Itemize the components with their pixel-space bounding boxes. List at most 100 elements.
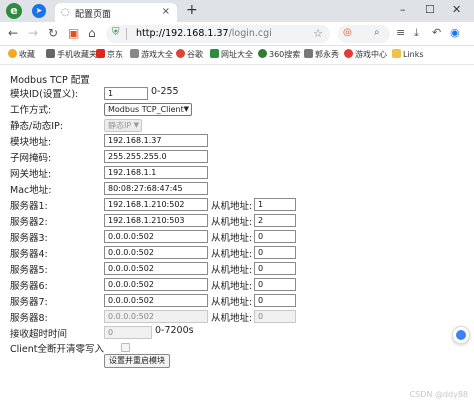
mac-label: Mac地址:: [10, 185, 52, 196]
mac-input[interactable]: 80:08:27:68:47:45: [104, 182, 208, 195]
subnet-mask-label: 子网掩码:: [10, 153, 52, 164]
forward-icon[interactable]: →: [28, 26, 38, 40]
search-engine-icon: ◎: [343, 27, 352, 38]
sites-icon: [210, 49, 219, 58]
slave-address-input[interactable]: 2: [254, 214, 296, 227]
slave-address-input[interactable]: 0: [254, 246, 296, 259]
search-icon[interactable]: ⌕: [374, 27, 380, 38]
slave-label: 从机地址:: [211, 297, 253, 308]
slave-label: 从机地址:: [211, 281, 253, 292]
page-title: Modbus TCP 配置: [10, 75, 90, 86]
download-icon[interactable]: ⤓: [414, 26, 419, 40]
slave-address-input[interactable]: 0: [254, 310, 296, 323]
slave-address-input[interactable]: 0: [254, 278, 296, 291]
server-address-input[interactable]: 0.0.0.0:502: [104, 294, 208, 307]
undo-icon[interactable]: ↶: [432, 26, 441, 39]
receive-timeout-label: 接收超时时间: [10, 329, 68, 340]
save-restart-button[interactable]: 设置并重启模块: [104, 354, 170, 368]
address-bar[interactable]: ⛨ http://192.168.1.37/login.cgi ☆: [106, 25, 330, 43]
slave-label: 从机地址:: [211, 265, 253, 276]
assistant-dot-icon: [456, 330, 466, 340]
bookmark-item[interactable]: Links: [392, 49, 424, 59]
url-text[interactable]: http://192.168.1.37/login.cgi: [136, 28, 272, 39]
jd-icon: [96, 49, 105, 58]
maximize-button[interactable]: ☐: [425, 3, 435, 16]
slave-label: 从机地址:: [211, 233, 253, 244]
server-label: 服务器2:: [10, 217, 48, 228]
server-address-input[interactable]: 192.168.1.210:502: [104, 198, 208, 211]
server-label: 服务器3:: [10, 233, 48, 244]
bookmark-star-icon[interactable]: ☆: [313, 27, 323, 40]
work-mode-select[interactable]: Modbus TCP_Client ▼: [104, 103, 192, 116]
game-icon: [130, 49, 139, 58]
bookmark-item[interactable]: 谷歌: [176, 49, 203, 60]
module-address-input[interactable]: 192.168.1.37: [104, 134, 208, 147]
minimize-button[interactable]: –: [400, 3, 406, 16]
search-box[interactable]: ◎ ⌕: [338, 25, 390, 43]
server-address-input[interactable]: 192.168.1.210:503: [104, 214, 208, 227]
divider: [126, 28, 127, 40]
server-address-input[interactable]: 0.0.0.0:502: [104, 262, 208, 275]
subnet-mask-input[interactable]: 255.255.255.0: [104, 150, 208, 163]
menu-icon[interactable]: ≡: [396, 26, 405, 39]
new-tab-button[interactable]: +: [186, 2, 198, 18]
tab-active[interactable]: ◌ 配置页面 ×: [55, 3, 177, 22]
receive-timeout-input[interactable]: 0: [104, 326, 152, 339]
bookmark-item[interactable]: 360搜索: [258, 49, 300, 60]
gateway-label: 网关地址:: [10, 169, 52, 180]
server-label: 服务器7:: [10, 297, 48, 308]
folder-icon: [392, 49, 401, 58]
server-label: 服务器8:: [10, 313, 48, 324]
reload-icon[interactable]: ↻: [48, 26, 58, 40]
back-icon[interactable]: ←: [8, 26, 18, 40]
browser-account-icon[interactable]: ◉: [450, 26, 460, 39]
ip-mode-select[interactable]: 静态IP ▼: [104, 119, 142, 132]
chevron-down-icon: ▼: [133, 121, 139, 129]
slave-label: 从机地址:: [211, 217, 253, 228]
bookmark-item[interactable]: 游戏大全: [130, 49, 173, 60]
bookmark-item[interactable]: 京东: [96, 49, 123, 60]
navigation-bar: ← → ↻ ▣ ⌂ ⛨ http://192.168.1.37/login.cg…: [0, 22, 474, 46]
slave-label: 从机地址:: [211, 201, 253, 212]
floating-assistant-icon[interactable]: [452, 326, 470, 344]
gateway-input[interactable]: 192.168.1.1: [104, 166, 208, 179]
tab-close-button[interactable]: ×: [162, 6, 170, 17]
server-label: 服务器5:: [10, 265, 48, 276]
close-window-button[interactable]: ✕: [452, 3, 461, 16]
pinned-tab-icon[interactable]: ➤: [32, 4, 46, 18]
server-label: 服务器1:: [10, 201, 48, 212]
tab-title: 配置页面: [75, 10, 112, 20]
server-address-input[interactable]: 0.0.0.0:502: [104, 230, 208, 243]
browser-logo-icon[interactable]: e: [6, 3, 22, 19]
receive-timeout-range: 0-7200s: [155, 325, 194, 336]
server-address-input[interactable]: 0.0.0.0:502: [104, 278, 208, 291]
chevron-down-icon: ▼: [183, 105, 189, 113]
client-clear-label: Client全断开清零写入: [10, 344, 105, 355]
module-id-range: 0-255: [151, 86, 179, 97]
360-icon: [258, 49, 267, 58]
phone-icon: [46, 49, 55, 58]
bookmark-item[interactable]: 收藏: [8, 49, 35, 60]
watermark: CSDN @ddy88: [409, 390, 468, 399]
bookmark-item[interactable]: 郭永秀: [304, 49, 339, 60]
slave-address-input[interactable]: 0: [254, 230, 296, 243]
slave-address-input[interactable]: 1: [254, 198, 296, 211]
game-center-icon: [344, 49, 353, 58]
google-icon: [176, 49, 185, 58]
module-id-input[interactable]: 1: [104, 87, 148, 100]
slave-address-input[interactable]: 0: [254, 294, 296, 307]
module-address-label: 模块地址:: [10, 137, 52, 148]
client-clear-checkbox[interactable]: [121, 343, 130, 352]
slave-label: 从机地址:: [211, 313, 253, 324]
server-label: 服务器6:: [10, 281, 48, 292]
server-address-input[interactable]: 0.0.0.0:502: [104, 310, 208, 323]
server-address-input[interactable]: 0.0.0.0:502: [104, 246, 208, 259]
extension-icon[interactable]: ▣: [68, 26, 79, 40]
star-icon: [8, 49, 17, 58]
home-icon[interactable]: ⌂: [88, 26, 96, 40]
bookmark-item[interactable]: 游戏中心: [344, 49, 387, 60]
bookmark-item[interactable]: 手机收藏夹: [46, 49, 97, 60]
shield-icon: ⛨: [112, 27, 120, 38]
bookmark-item[interactable]: 网址大全: [210, 49, 253, 60]
slave-address-input[interactable]: 0: [254, 262, 296, 275]
